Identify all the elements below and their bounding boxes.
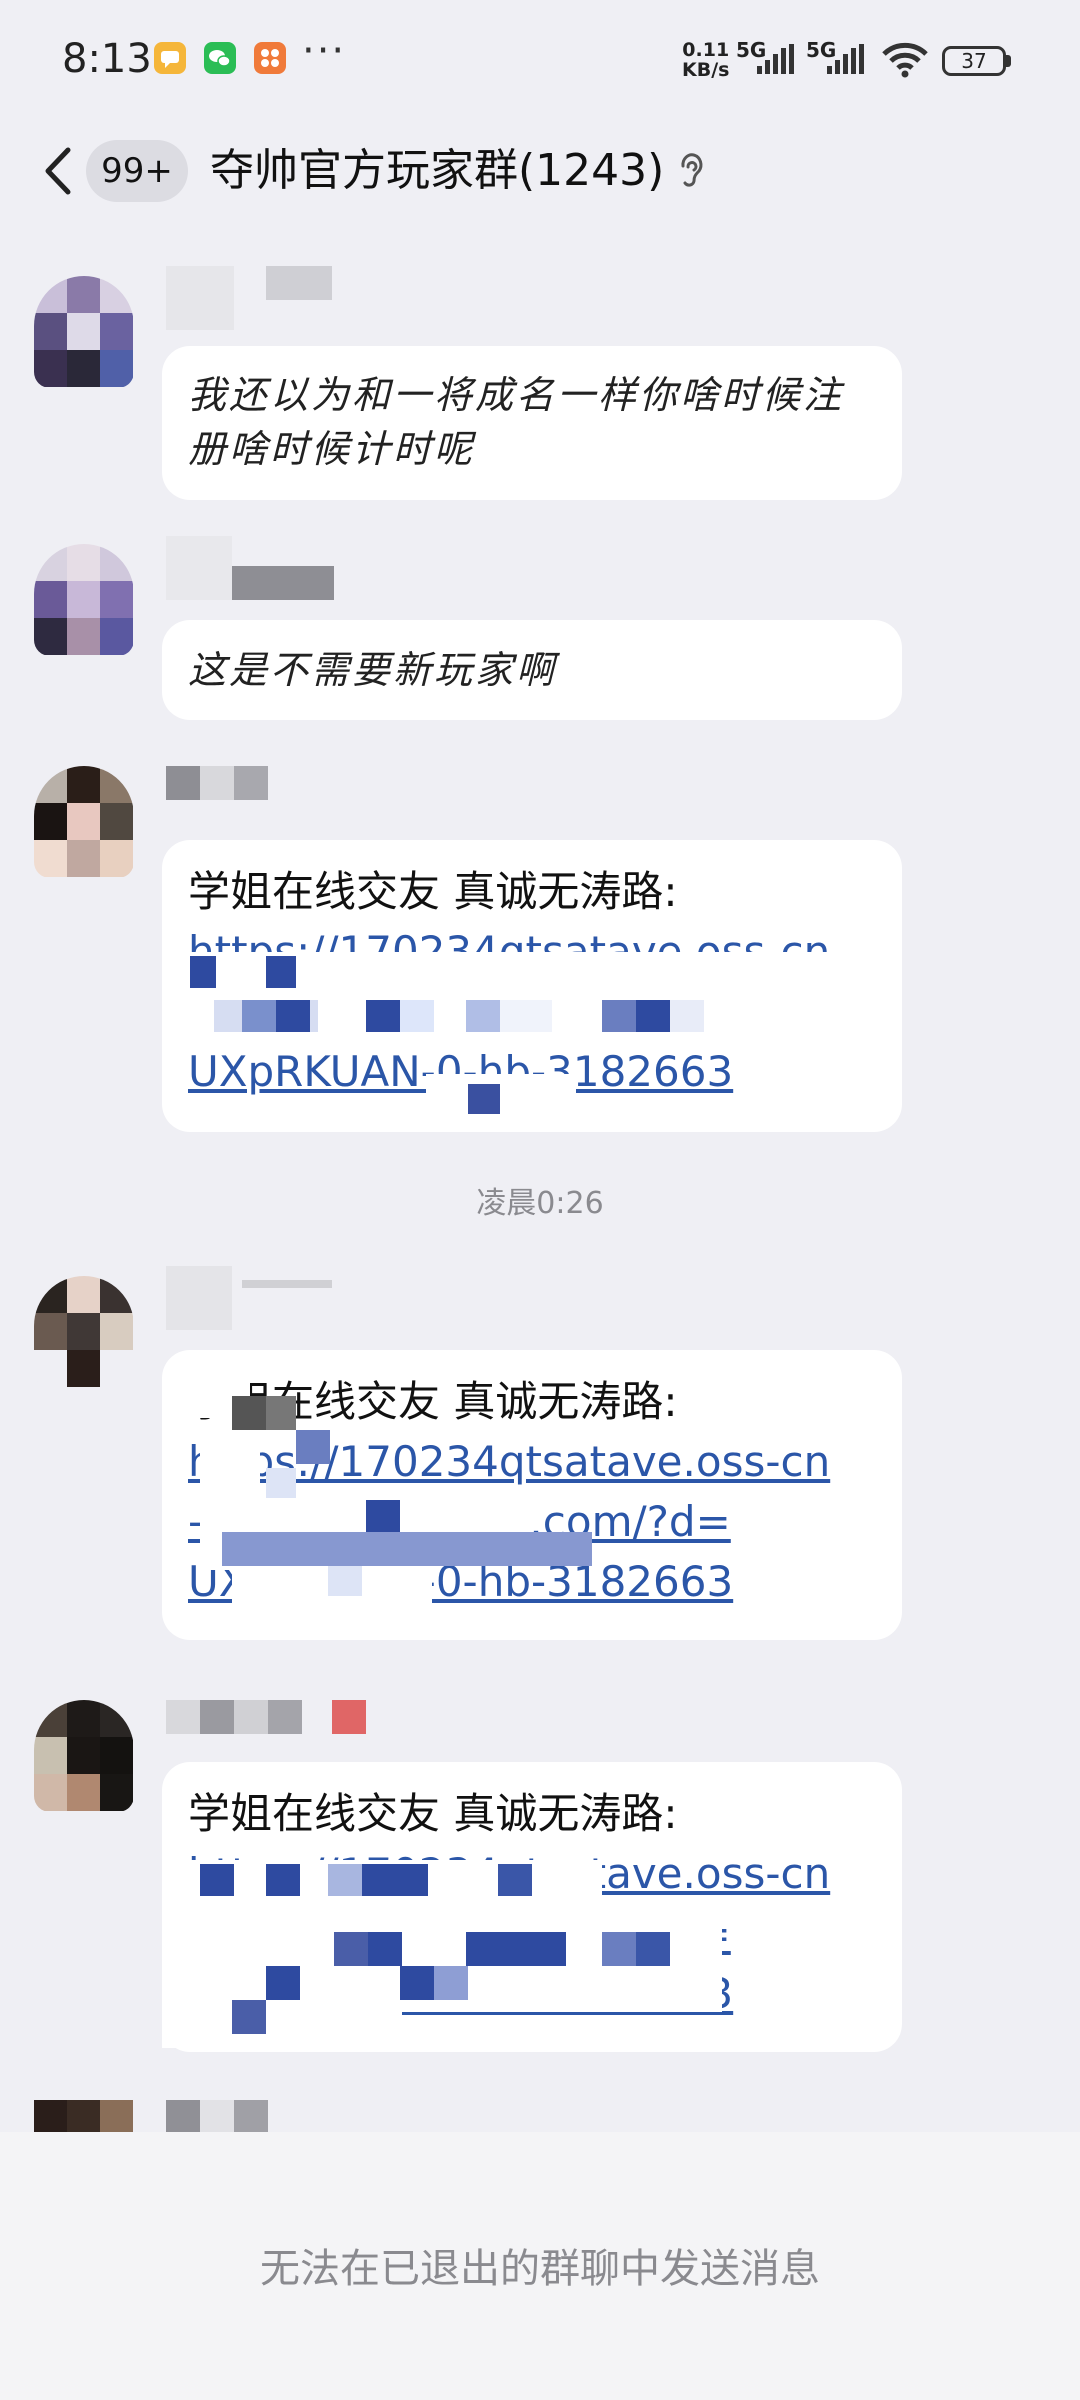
network-speed: 0.11 KB/s xyxy=(682,39,730,81)
unread-count-badge[interactable]: 99+ xyxy=(86,140,188,202)
avatar[interactable] xyxy=(34,2100,134,2132)
status-time: 8:13 xyxy=(62,36,152,82)
avatar[interactable] xyxy=(34,766,134,878)
timestamp: 凌晨0:26 xyxy=(476,1186,604,1221)
battery-tip xyxy=(1006,55,1011,67)
group-title[interactable]: 夺帅官方玩家群(1243) xyxy=(210,140,664,202)
app-icon xyxy=(254,42,286,74)
wechat-icon xyxy=(204,42,236,74)
chat-notification-icon xyxy=(154,42,186,74)
message-text: 学姐在线交友 真诚无涛路: xyxy=(188,1789,678,1838)
message-text: 学姐在线交友 真诚无涛路: xyxy=(188,867,678,916)
more-notifications-icon: ··· xyxy=(302,28,347,74)
message-bubble[interactable]: 学姐在线交友 真诚无涛路: https://170234qtsatave.oss… xyxy=(162,1762,902,2052)
wifi-icon xyxy=(880,42,930,82)
avatar[interactable] xyxy=(34,544,134,656)
battery-icon: 37 xyxy=(942,46,1006,76)
exited-group-notice: 无法在已退出的群聊中发送消息 xyxy=(260,2246,820,2292)
signal-icon xyxy=(756,44,798,80)
message-text: 我还以为和一将成名一样你啥时候注册啥时候计时呢 xyxy=(188,373,845,471)
message-bubble[interactable]: 我还以为和一将成名一样你啥时候注册啥时候计时呢 xyxy=(162,346,902,500)
message-bubble[interactable]: 学姐在线交友 真诚无涛路: https://170234qtsatave.oss… xyxy=(162,1350,902,1640)
message-text: 这是不需要新玩家啊 xyxy=(188,648,558,692)
message-bubble[interactable]: 这是不需要新玩家啊 xyxy=(162,620,902,720)
back-icon[interactable] xyxy=(40,146,74,196)
message-bubble[interactable]: 学姐在线交友 真诚无涛路: https://170234qtsatave.oss… xyxy=(162,840,902,1132)
ear-icon[interactable] xyxy=(676,152,706,192)
signal-icon xyxy=(826,44,868,80)
avatar[interactable] xyxy=(34,276,134,388)
avatar[interactable] xyxy=(34,1700,134,1812)
avatar[interactable] xyxy=(34,1276,134,1388)
